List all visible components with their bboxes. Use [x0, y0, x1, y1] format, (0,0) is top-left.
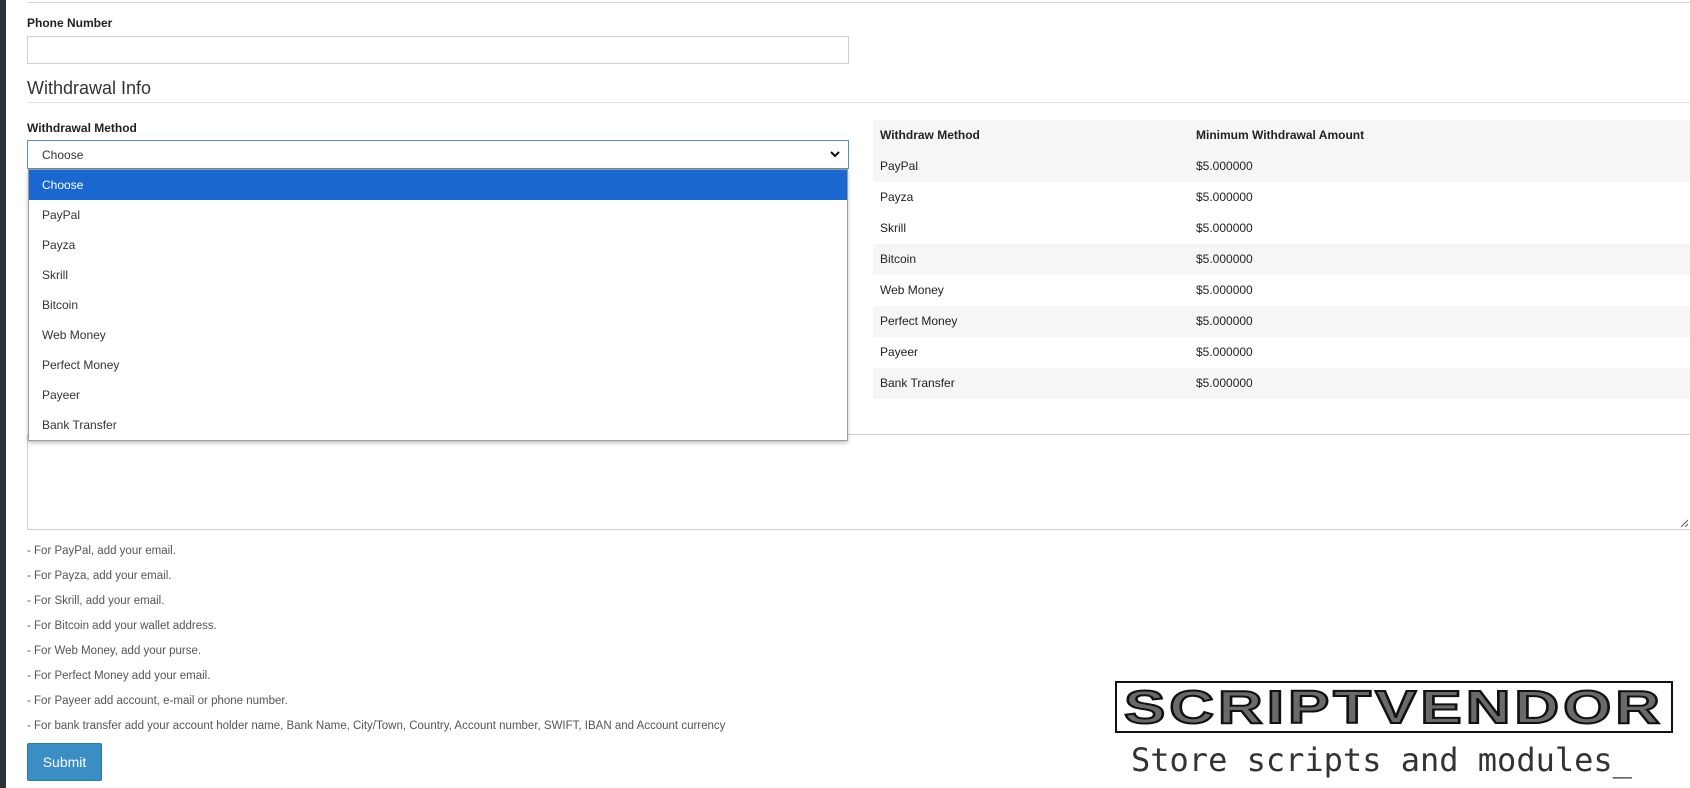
table-cell-minimum: $5.000000 [1196, 314, 1253, 328]
table-cell-method: Payza [880, 190, 914, 204]
phone-number-label: Phone Number [27, 16, 113, 30]
chevron-down-icon [830, 151, 840, 158]
left-sidebar-edge [0, 0, 6, 788]
instruction-note: - For Skrill, add your email. [27, 595, 165, 607]
table-cell-minimum: $5.000000 [1196, 221, 1253, 235]
withdrawal-method-select[interactable]: Choose [27, 140, 849, 169]
instruction-note: - For Bitcoin add your wallet address. [27, 620, 217, 632]
table-cell-method: Bitcoin [880, 252, 917, 266]
dropdown-option-bank-transfer[interactable]: Bank Transfer [29, 410, 847, 440]
instruction-note: - For PayPal, add your email. [27, 545, 176, 557]
table-cell-method: Bank Transfer [880, 376, 955, 390]
dropdown-option-bitcoin[interactable]: Bitcoin [29, 290, 847, 320]
table-cell-minimum: $5.000000 [1196, 345, 1253, 359]
table-cell-minimum: $5.000000 [1196, 252, 1253, 266]
table-header-minimum: Minimum Withdrawal Amount [1196, 128, 1365, 142]
scriptvendor-logo: SCRIPTVENDOR [1115, 681, 1673, 733]
dropdown-option-skrill[interactable]: Skrill [29, 260, 847, 290]
instruction-note: - For Web Money, add your purse. [27, 645, 202, 657]
table-cell-method: Payeer [880, 345, 919, 359]
section-divider [27, 102, 1690, 103]
table-cell-method: Skrill [880, 221, 906, 235]
withdrawal-method-label: Withdrawal Method [27, 121, 137, 135]
table-row: Bank Transfer $5.000000 [873, 368, 1690, 399]
top-divider [27, 2, 1690, 3]
withdrawal-details-textarea[interactable] [27, 434, 1690, 530]
dropdown-option-web-money[interactable]: Web Money [29, 320, 847, 350]
table-header-method: Withdraw Method [880, 128, 980, 142]
instruction-note: - For Payza, add your email. [27, 570, 172, 582]
resize-handle-icon[interactable] [1680, 519, 1688, 527]
table-row: PayPal $5.000000 [873, 151, 1690, 182]
table-cell-method: Web Money [880, 283, 944, 297]
table-cell-minimum: $5.000000 [1196, 283, 1253, 297]
withdraw-methods-table: Withdraw Method Minimum Withdrawal Amoun… [873, 120, 1690, 399]
withdrawal-method-dropdown: Choose PayPal Payza Skrill Bitcoin Web M… [28, 169, 848, 441]
submit-button[interactable]: Submit [27, 743, 102, 781]
table-cell-minimum: $5.000000 [1196, 190, 1253, 204]
withdrawal-info-title: Withdrawal Info [27, 78, 152, 98]
table-row: Web Money $5.000000 [873, 275, 1690, 306]
table-row: Perfect Money $5.000000 [873, 306, 1690, 337]
dropdown-option-perfect-money[interactable]: Perfect Money [29, 350, 847, 380]
withdrawal-instructions: - For PayPal, add your email. - For Payz… [27, 543, 725, 743]
dropdown-option-paypal[interactable]: PayPal [29, 200, 847, 230]
instruction-note: - For bank transfer add your account hol… [27, 720, 726, 732]
table-row: Bitcoin $5.000000 [873, 244, 1690, 275]
phone-number-input[interactable] [27, 36, 849, 64]
table-row: Payza $5.000000 [873, 182, 1690, 213]
table-row: Payeer $5.000000 [873, 337, 1690, 368]
table-header-row: Withdraw Method Minimum Withdrawal Amoun… [873, 120, 1690, 151]
table-cell-minimum: $5.000000 [1196, 159, 1253, 173]
scriptvendor-watermark: SCRIPTVENDOR Store scripts and modules_ [1115, 681, 1675, 788]
dropdown-option-payza[interactable]: Payza [29, 230, 847, 260]
table-cell-method: PayPal [880, 159, 919, 173]
instruction-note: - For Payeer add account, e-mail or phon… [27, 695, 288, 707]
table-row: Skrill $5.000000 [873, 213, 1690, 244]
table-cell-minimum: $5.000000 [1196, 376, 1253, 390]
logo-tagline: Store scripts and modules_ [1131, 741, 1632, 779]
dropdown-option-payeer[interactable]: Payeer [29, 380, 847, 410]
table-cell-method: Perfect Money [880, 314, 958, 328]
logo-brand-text: SCRIPTVENDOR [1124, 681, 1664, 733]
withdrawal-method-selected-value: Choose [42, 148, 84, 162]
instruction-note: - For Perfect Money add your email. [27, 670, 211, 682]
dropdown-option-choose[interactable]: Choose [29, 170, 847, 200]
